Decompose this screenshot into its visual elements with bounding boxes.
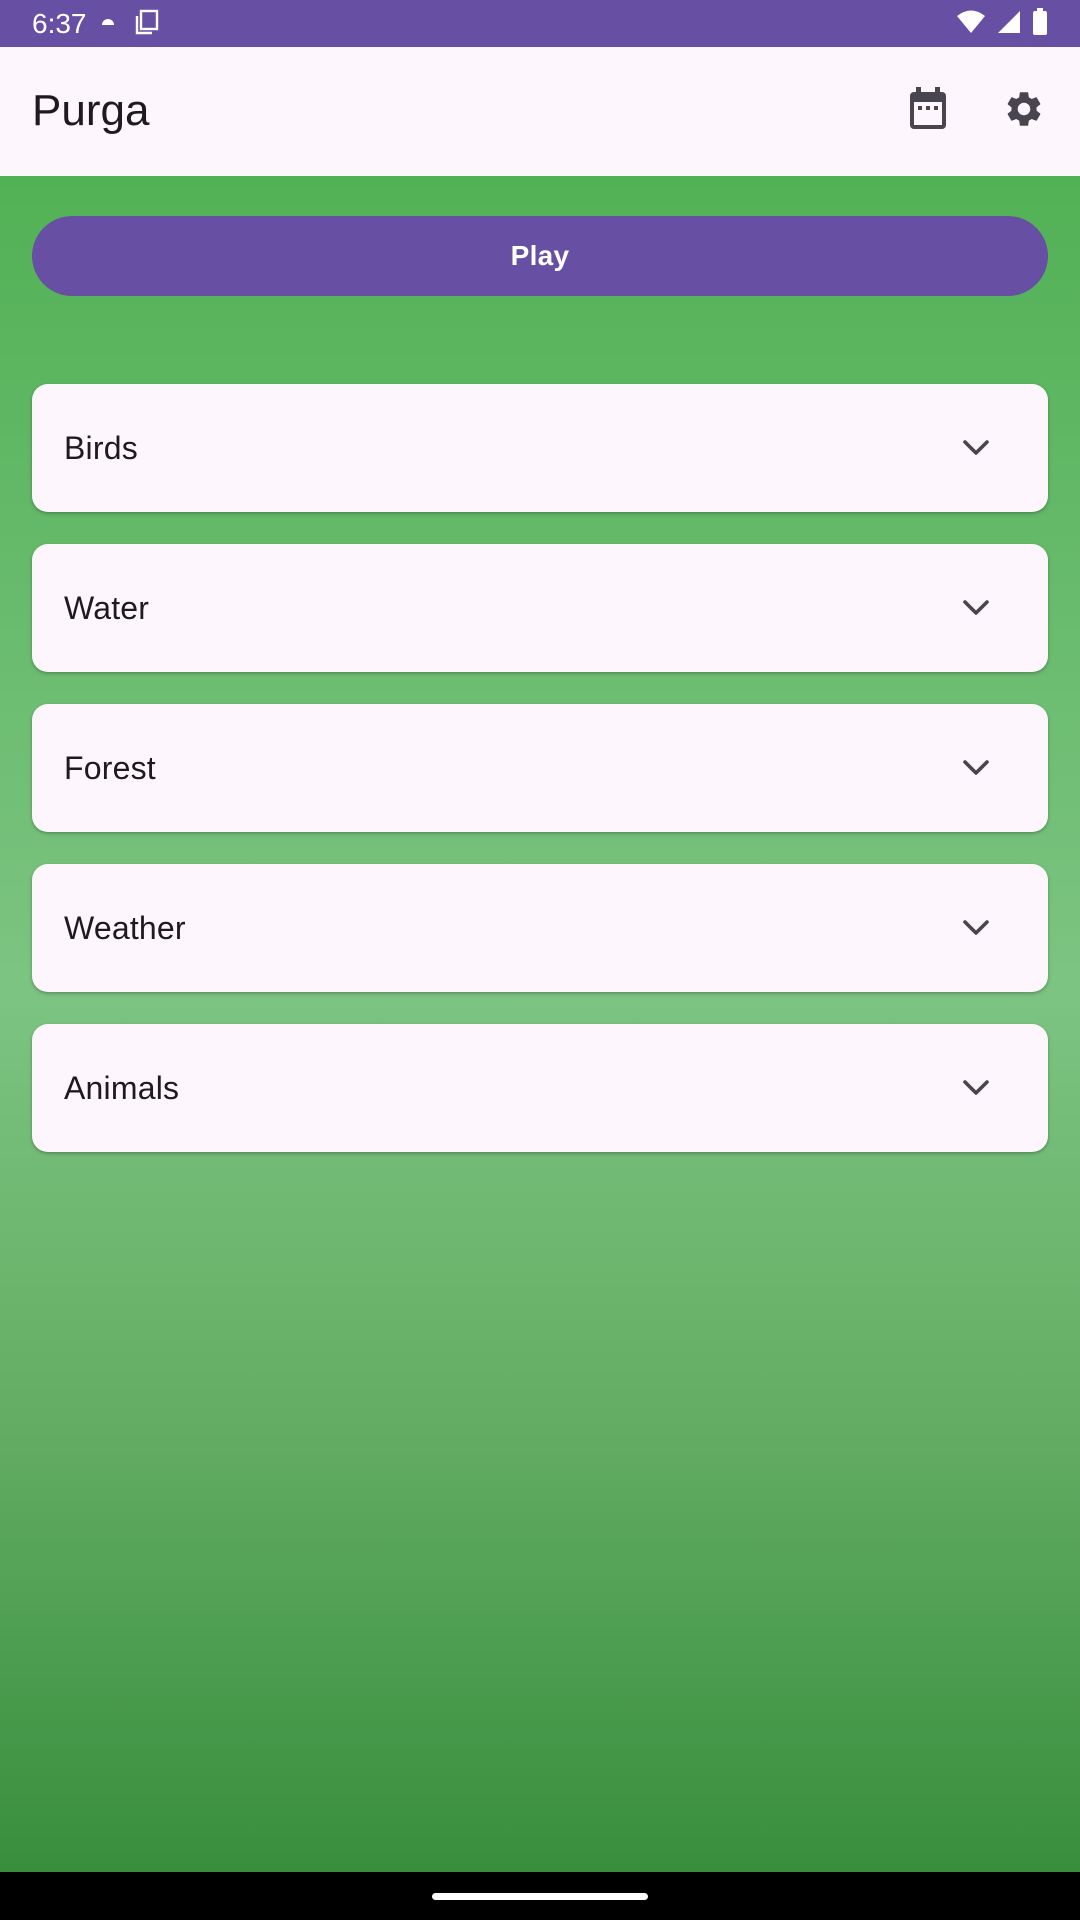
category-label: Forest [64,750,156,786]
battery-icon [1032,7,1048,41]
status-bar: 6:37 [0,0,1080,47]
chevron-down-icon[interactable] [952,904,1000,952]
chevron-down-icon[interactable] [952,744,1000,792]
play-button[interactable]: Play [32,216,1048,296]
chevron-down-icon[interactable] [952,424,1000,472]
category-card-forest[interactable]: Forest [32,704,1048,832]
wifi-icon [956,9,986,40]
system-nav-bar [0,1872,1080,1920]
weather-icon [100,15,116,34]
category-label: Animals [64,1070,180,1106]
settings-gear-icon [1003,88,1045,135]
signal-icon [996,9,1022,40]
top-app-bar: Purga [0,47,1080,176]
home-gesture-handle[interactable] [432,1893,648,1900]
calendar-button[interactable] [888,71,968,151]
status-time: 6:37 [32,8,87,39]
category-card-animals[interactable]: Animals [32,1024,1048,1152]
chevron-down-icon[interactable] [952,1064,1000,1112]
category-label: Weather [64,910,186,946]
screenshot-icon [134,9,160,40]
category-card-birds[interactable]: Birds [32,384,1048,512]
status-left-icons [100,9,160,40]
category-card-weather[interactable]: Weather [32,864,1048,992]
chevron-down-icon[interactable] [952,584,1000,632]
category-card-water[interactable]: Water [32,544,1048,672]
app-title: Purga [32,86,150,135]
app-screen: 6:37 Purga Play Birds Water Forest Weath… [0,0,1080,1920]
status-right-icons [956,7,1048,41]
calendar-icon [908,86,948,136]
category-label: Water [64,590,150,626]
category-label: Birds [64,430,138,466]
settings-button[interactable] [984,71,1064,151]
main-content: Play Birds Water Forest Weather Animals [0,176,1080,1872]
